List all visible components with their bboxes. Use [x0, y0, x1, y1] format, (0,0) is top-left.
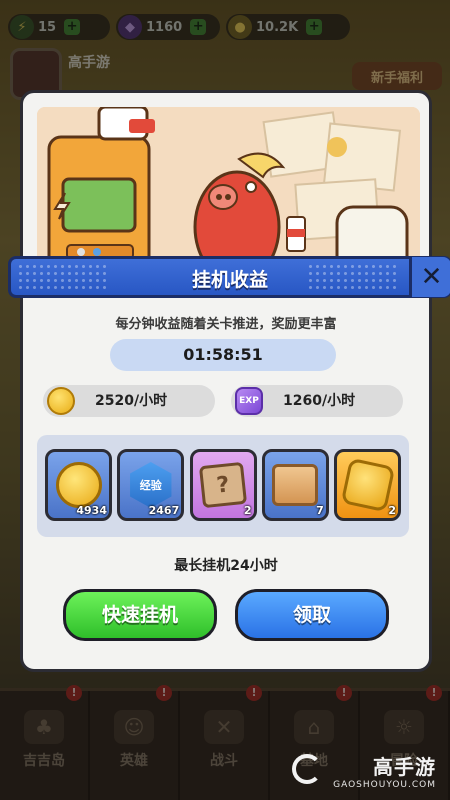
- reward-description: 每分钟收益随着关卡推进，奖励更丰富: [115, 317, 337, 332]
- close-icon: ✕: [420, 262, 443, 292]
- max-idle-note: 最长挂机24小时: [174, 558, 278, 574]
- dialog-title: 挂机收益: [191, 269, 268, 291]
- reward-item-token[interactable]: 2: [334, 449, 401, 521]
- reward-item-crate[interactable]: 7: [261, 449, 329, 521]
- quick-idle-button[interactable]: 快速挂机: [63, 589, 217, 641]
- close-button[interactable]: ✕: [409, 257, 450, 297]
- reward-count: 7: [316, 504, 324, 517]
- reward-item-mystery-box[interactable]: ? 2: [189, 449, 257, 521]
- gold-rate: 2520/小时: [43, 385, 215, 417]
- reward-count: 4934: [76, 504, 107, 517]
- exp-icon: EXP: [235, 387, 263, 415]
- reward-count: 2467: [148, 504, 180, 517]
- reward-item-gold[interactable]: 4934: [45, 449, 112, 521]
- gold-rate-value: 2520/小时: [95, 393, 168, 409]
- exp-rate: EXP 1260/小时: [231, 385, 403, 417]
- reward-item-exp[interactable]: 经验 2467: [117, 449, 185, 521]
- gold-coin-icon: [47, 387, 75, 415]
- idle-timer: 01:58:51: [110, 339, 336, 371]
- reward-count: 2: [243, 504, 252, 517]
- watermark-logo-icon: [292, 754, 322, 784]
- reward-list: 4934 经验 2467 ? 2 7 2: [37, 435, 409, 537]
- gold-token-icon: [340, 457, 395, 513]
- reward-count: 2: [388, 504, 396, 517]
- exp-rate-value: 1260/小时: [283, 393, 356, 409]
- watermark: 高手游 GAOSHOUYOU.COM: [333, 751, 436, 790]
- watermark-brand: 高手游: [373, 755, 436, 779]
- exp-hexagon-icon: 经验: [130, 462, 172, 508]
- idle-rewards-dialog: 挂机收益 ✕ 每分钟收益随着关卡推进，奖励更丰富 01:58:51 2520/小…: [8, 90, 450, 672]
- claim-button[interactable]: 领取: [235, 589, 389, 641]
- supply-crate-icon: [272, 464, 319, 506]
- title-bar: 挂机收益 ✕: [8, 256, 450, 298]
- watermark-url: GAOSHOUYOU.COM: [333, 780, 436, 790]
- mystery-box-icon: ?: [198, 461, 248, 509]
- gold-coin-icon: [55, 462, 102, 508]
